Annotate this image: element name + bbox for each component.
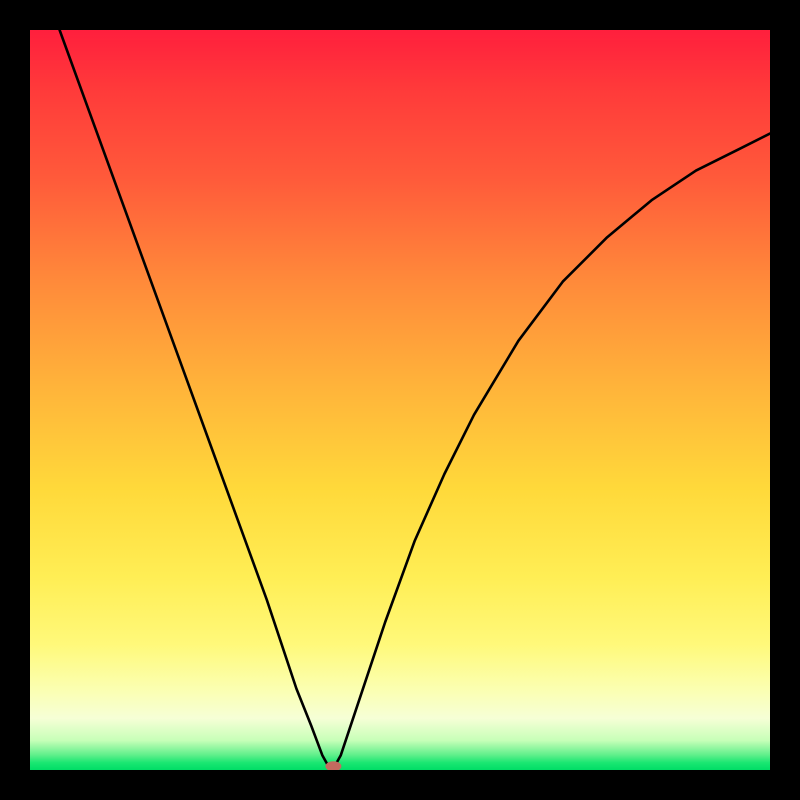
watermark-text: TheBottleneck.com <box>586 4 792 30</box>
chart-svg <box>30 30 770 770</box>
curve-line <box>60 30 770 769</box>
chart-frame <box>30 30 770 770</box>
